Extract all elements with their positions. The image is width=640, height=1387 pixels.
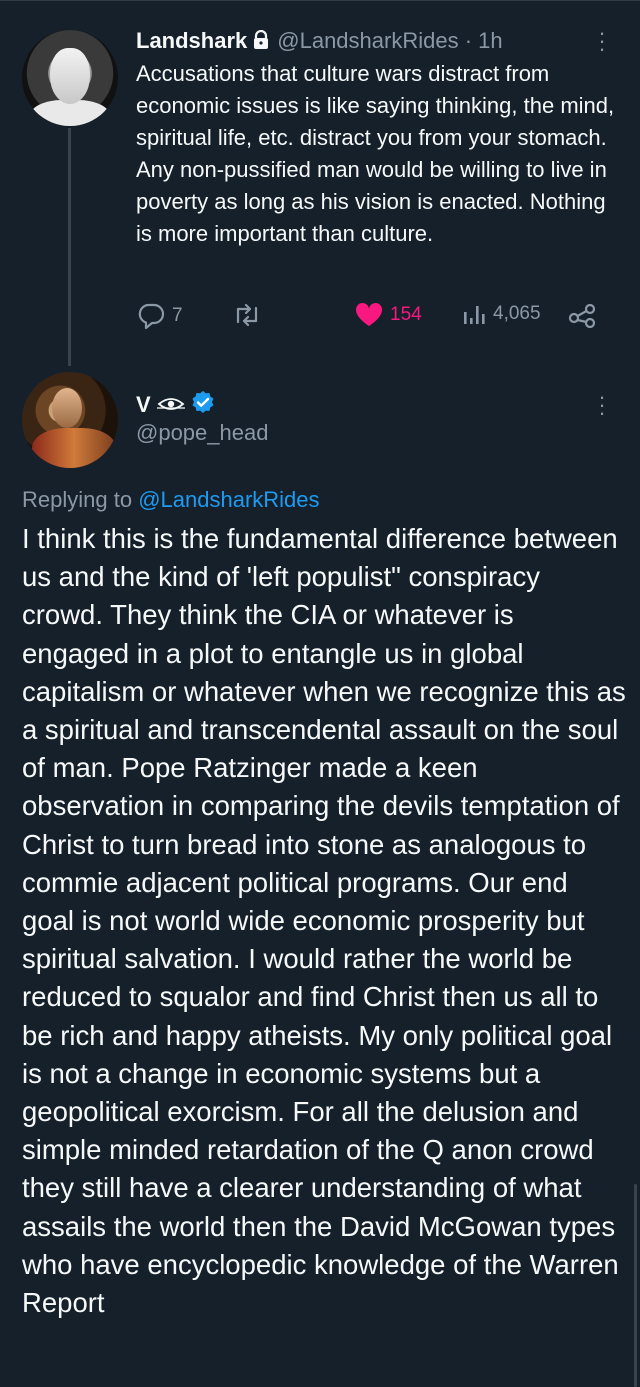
tweet1-actions: 7 154 4,065 bbox=[136, 302, 606, 334]
eye-icon bbox=[156, 392, 185, 418]
tweet1-author-name[interactable]: Landshark bbox=[136, 28, 247, 53]
reply-count: 7 bbox=[172, 305, 183, 326]
lock-icon bbox=[253, 29, 269, 56]
tweet2-author-handle[interactable]: @pope_head bbox=[136, 420, 268, 446]
retweet-button[interactable] bbox=[232, 302, 268, 328]
avatar[interactable] bbox=[22, 30, 118, 126]
tweet1-text: Accusations that culture wars distract f… bbox=[136, 61, 615, 246]
reply-icon bbox=[136, 302, 166, 330]
retweet-icon bbox=[232, 302, 262, 328]
share-icon bbox=[568, 302, 596, 328]
avatar-robe bbox=[32, 428, 116, 468]
tweet2-text: I think this is the fundamental differen… bbox=[22, 523, 626, 1319]
tweet1-header: Landshark @LandsharkRides · 1h bbox=[136, 28, 503, 56]
views-button[interactable]: 4,065 bbox=[461, 302, 541, 326]
avatar-head bbox=[52, 388, 82, 428]
avatar-face bbox=[50, 48, 90, 104]
more-icon[interactable]: · · · bbox=[590, 22, 614, 60]
views-icon bbox=[461, 302, 487, 326]
tweet1-author-handle[interactable]: @LandsharkRides bbox=[277, 28, 458, 53]
like-count: 154 bbox=[390, 304, 422, 325]
top-divider bbox=[0, 0, 640, 1]
verified-icon bbox=[191, 390, 215, 420]
like-button[interactable]: 154 bbox=[354, 302, 422, 328]
thread-line bbox=[68, 128, 71, 366]
scrollbar[interactable] bbox=[634, 1184, 637, 1387]
replying-mention-link[interactable]: @LandsharkRides bbox=[138, 487, 319, 512]
tweet2-author-name[interactable]: V bbox=[136, 392, 151, 418]
more-icon[interactable]: · · · bbox=[590, 386, 614, 424]
avatar[interactable] bbox=[22, 372, 118, 468]
views-count: 4,065 bbox=[493, 303, 541, 324]
share-button[interactable] bbox=[568, 302, 596, 328]
reply-button[interactable]: 7 bbox=[136, 302, 183, 330]
replying-prefix: Replying to bbox=[22, 487, 133, 512]
tweet2-author[interactable]: V bbox=[136, 390, 215, 420]
heart-icon bbox=[354, 302, 384, 328]
tweet1-timestamp[interactable]: · 1h bbox=[465, 28, 503, 53]
replying-to: Replying to @LandsharkRides bbox=[22, 486, 320, 514]
